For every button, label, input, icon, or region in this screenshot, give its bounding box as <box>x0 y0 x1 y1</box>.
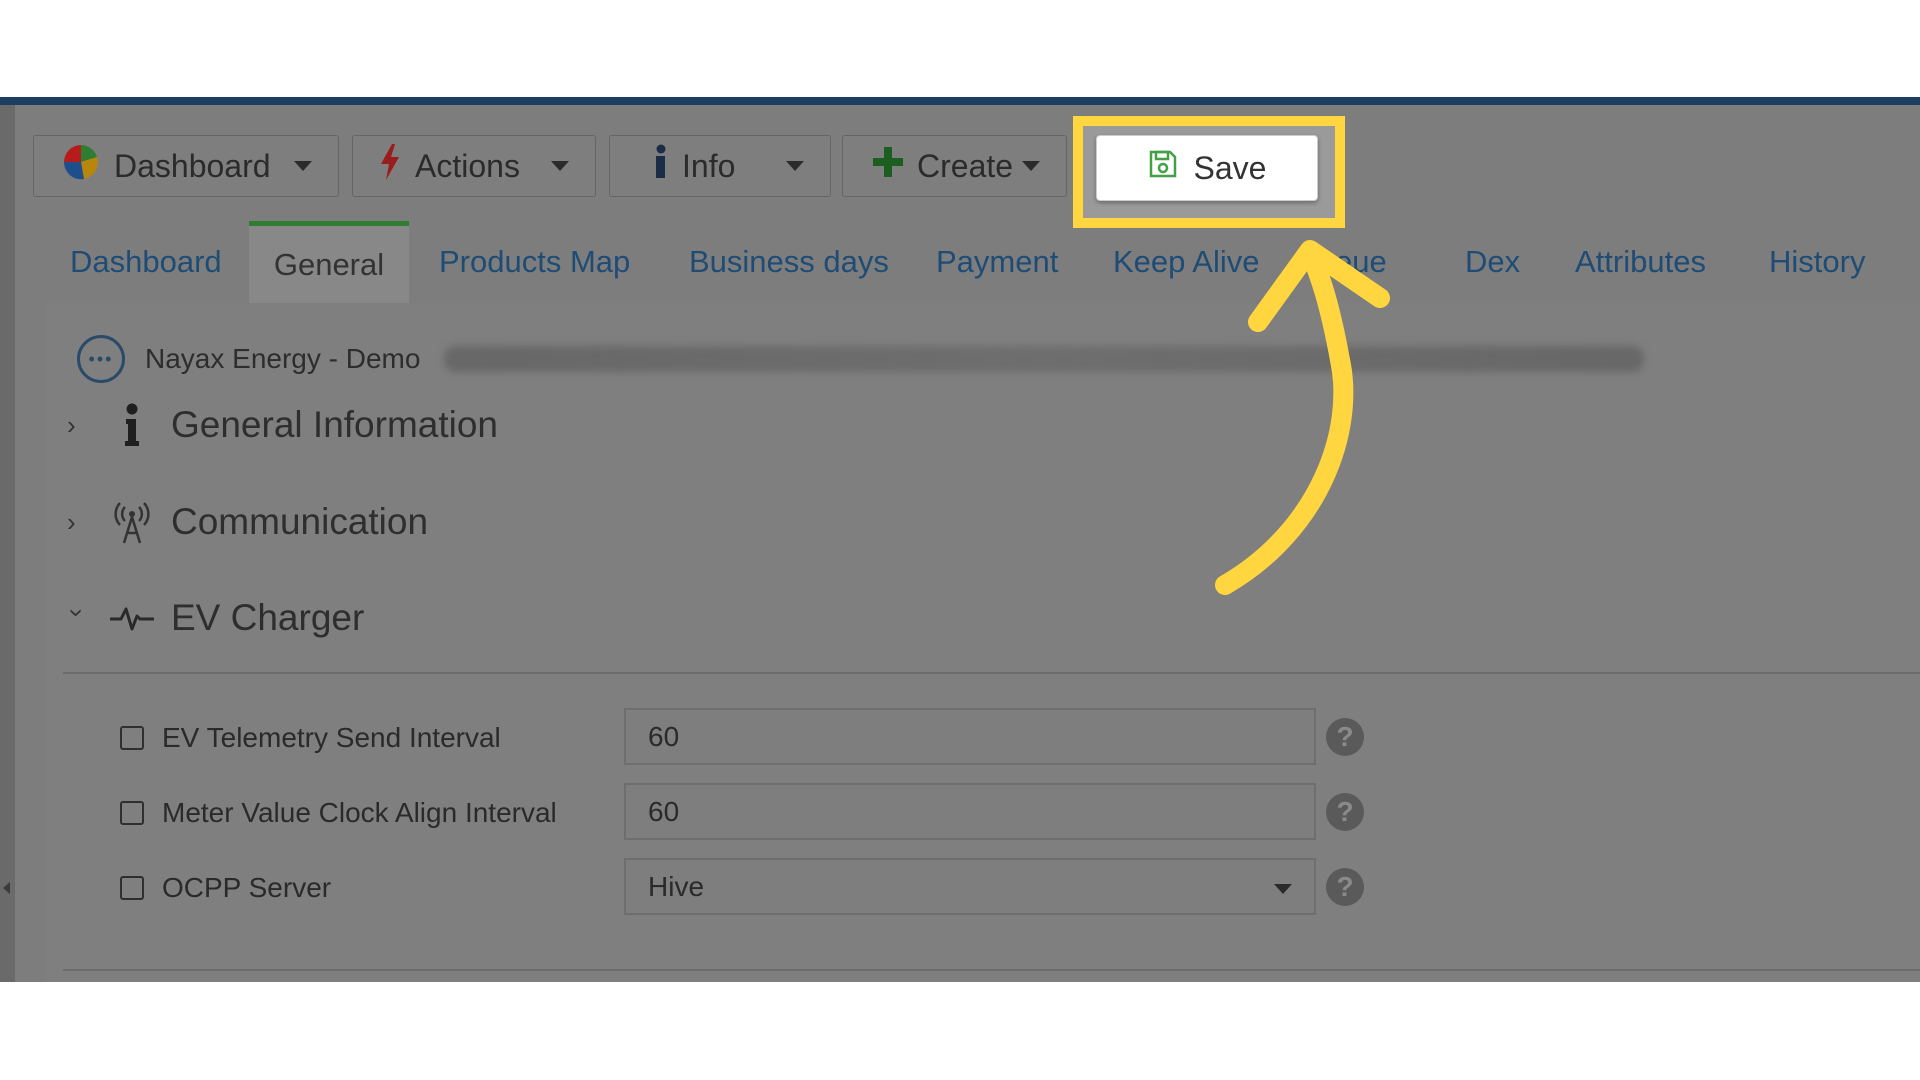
field-label: OCPP Server <box>162 872 332 903</box>
meter-value-interval-input[interactable]: 60 <box>624 783 1316 840</box>
more-dots-icon[interactable]: ••• <box>77 335 125 383</box>
help-icon[interactable]: ? <box>1326 793 1364 831</box>
save-button-label: Save <box>1193 149 1267 186</box>
collapse-arrow-icon[interactable] <box>3 882 10 894</box>
tab-dashboard[interactable]: Dashboard <box>70 221 222 303</box>
top-accent-bar <box>0 97 1920 105</box>
tab-dex[interactable]: Dex <box>1465 221 1520 303</box>
actions-menu-button[interactable]: Actions <box>352 135 596 197</box>
chevron-down-icon: › <box>62 608 93 617</box>
field-meter-value-clock-align-interval: Meter Value Clock Align Interval 60 ? <box>120 783 1920 843</box>
ocpp-server-select[interactable]: Hive <box>624 858 1316 915</box>
section-divider <box>63 672 1920 674</box>
chevron-down-icon <box>294 161 312 171</box>
dashboard-menu-button[interactable]: Dashboard <box>33 135 339 197</box>
chevron-down-icon <box>1022 161 1040 171</box>
pie-chart-icon <box>62 143 100 189</box>
general-panel: ••• Nayax Energy - Demo › General Inform… <box>45 303 1920 982</box>
floppy-disk-icon <box>1148 149 1178 187</box>
section-title: Communication <box>171 501 429 542</box>
blurred-details <box>444 346 1645 372</box>
dashboard-menu-label: Dashboard <box>114 147 271 184</box>
tab-keep-alive[interactable]: Keep Alive <box>1113 221 1260 303</box>
tab-payment[interactable]: Payment <box>936 221 1058 303</box>
actions-menu-label: Actions <box>415 147 520 184</box>
help-icon[interactable]: ? <box>1326 868 1364 906</box>
field-label: Meter Value Clock Align Interval <box>162 797 557 828</box>
create-menu-button[interactable]: Create <box>842 135 1067 197</box>
chevron-right-icon: › <box>67 409 76 440</box>
left-collapse-strip[interactable] <box>0 105 15 982</box>
save-button[interactable]: Save <box>1096 135 1318 201</box>
tab-bar: Dashboard General Products Map Business … <box>45 221 1920 303</box>
section-ev-charger[interactable]: › EV Charger <box>63 597 365 639</box>
field-ev-telemetry-send-interval: EV Telemetry Send Interval 60 ? <box>120 708 1920 768</box>
device-name: Nayax Energy - Demo <box>145 343 421 374</box>
info-icon <box>654 144 668 188</box>
plus-icon <box>873 147 903 185</box>
tab-queue[interactable]: eue <box>1335 221 1387 303</box>
chevron-down-icon <box>551 161 569 171</box>
section-title: EV Charger <box>171 597 365 638</box>
tab-business-days[interactable]: Business days <box>689 221 889 303</box>
tab-attributes[interactable]: Attributes <box>1575 221 1706 303</box>
antenna-icon <box>109 500 155 544</box>
info-menu-button[interactable]: Info <box>609 135 831 197</box>
section-communication[interactable]: › Communication <box>67 500 428 544</box>
info-icon <box>109 403 155 447</box>
help-icon[interactable]: ? <box>1326 718 1364 756</box>
lightning-icon <box>379 144 401 188</box>
field-ocpp-server: OCPP Server Hive ? <box>120 858 1920 918</box>
tab-history[interactable]: History <box>1769 221 1865 303</box>
panel-bottom-divider <box>63 969 1920 971</box>
chevron-right-icon: › <box>67 506 76 537</box>
field-checkbox[interactable] <box>120 726 144 750</box>
chevron-down-icon <box>1274 884 1292 894</box>
field-label: EV Telemetry Send Interval <box>162 722 501 753</box>
info-menu-label: Info <box>682 147 736 184</box>
section-title: General Information <box>171 404 499 445</box>
pulse-icon <box>109 603 155 633</box>
dimmed-app-window: Dashboard Actions Info Create Dashboard … <box>0 105 1920 982</box>
ev-telemetry-interval-input[interactable]: 60 <box>624 708 1316 765</box>
create-menu-label: Create <box>917 147 1014 184</box>
tab-general[interactable]: General <box>249 221 409 303</box>
ocpp-server-value: Hive <box>648 870 705 902</box>
field-checkbox[interactable] <box>120 876 144 900</box>
chevron-down-icon <box>786 161 804 171</box>
field-checkbox[interactable] <box>120 801 144 825</box>
tab-products-map[interactable]: Products Map <box>439 221 630 303</box>
breadcrumb: ••• Nayax Energy - Demo <box>77 335 1645 383</box>
section-general-information[interactable]: › General Information <box>67 403 498 447</box>
